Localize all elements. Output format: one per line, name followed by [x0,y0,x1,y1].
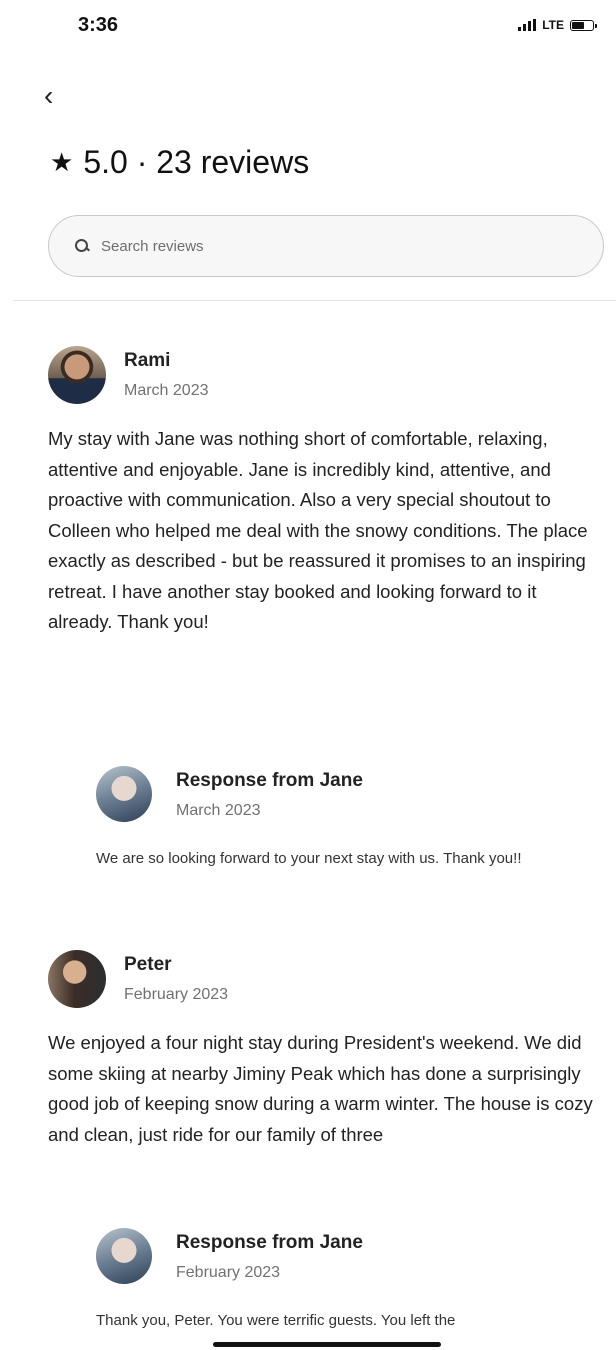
reviewer-avatar[interactable] [48,346,106,404]
reviewer-avatar[interactable] [48,950,106,1008]
search-bar[interactable] [48,215,604,277]
status-bar: 3:36 LTE [0,0,616,60]
rating-value: 5.0 [83,144,128,180]
home-indicator[interactable] [213,1342,441,1347]
battery-icon [570,19,597,31]
status-indicators: LTE [518,18,597,32]
review-text: We enjoyed a four night stay during Pres… [48,1032,593,1145]
chevron-left-icon: ‹ [44,80,54,111]
battery-level [572,21,585,29]
response-text: We are so looking forward to your next s… [96,850,522,867]
status-time: 3:36 [78,14,119,36]
review-count: 23 reviews [156,144,310,180]
response-title: Response from Jane [176,1232,363,1253]
response-text: Thank you, Peter. You were terrific gues… [96,1312,456,1329]
reviewer-name: Rami [124,350,171,371]
network-label: LTE [542,18,564,32]
star-icon: ★ [50,147,74,177]
host-avatar[interactable] [96,766,152,822]
response-title: Response from Jane [176,770,363,791]
title-separator: · [136,144,148,180]
header-divider [14,300,616,301]
search-input[interactable] [99,236,503,256]
response-date: March 2023 [176,802,261,819]
review-date: February 2023 [124,986,229,1003]
page-title: ★ 5.0 · 23 reviews [50,144,309,181]
response-date: February 2023 [176,1264,281,1281]
review-date: March 2023 [124,382,209,399]
reviewer-name: Peter [124,954,172,975]
back-button[interactable]: ‹ [44,78,74,114]
host-avatar[interactable] [96,1228,152,1284]
review-text: My stay with Jane was nothing short of c… [48,428,588,632]
signal-icon [518,19,537,31]
search-icon [75,239,90,253]
